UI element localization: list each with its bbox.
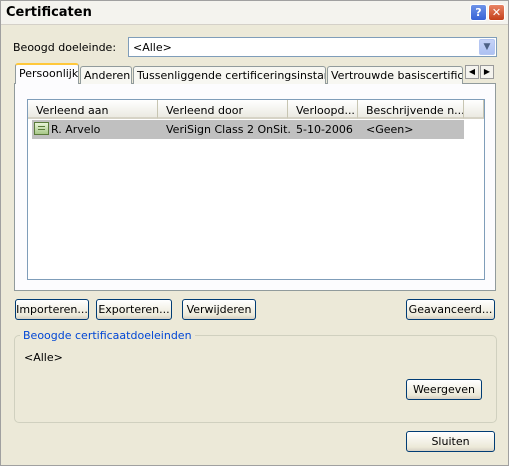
purposes-group-title: Beoogde certificaatdoeleinden — [20, 329, 195, 342]
advanced-button[interactable]: Geavanceerd... — [406, 299, 495, 320]
title-bar[interactable]: Certificaten ? ✕ — [1, 1, 508, 25]
window-title: Certificaten — [6, 5, 92, 20]
purposes-value: <Alle> — [24, 351, 63, 364]
certificates-dialog: Certificaten ? ✕ Beoogd doeleinde: <Alle… — [0, 0, 509, 466]
import-button[interactable]: Importeren... — [15, 299, 89, 320]
column-filler — [464, 100, 484, 119]
tab-label: Persoonlijk — [19, 67, 79, 80]
certificate-list[interactable]: Verleend aan Verleend door Verloopd... B… — [27, 99, 485, 280]
cell-expiration: 5-10-2006 — [296, 123, 353, 136]
table-row[interactable]: R. Arvelo VeriSign Class 2 OnSit... 5-10… — [32, 120, 464, 139]
tab-label: Anderen — [84, 69, 131, 82]
cell-issued-to: R. Arvelo — [51, 123, 101, 136]
help-button[interactable]: ? — [470, 4, 487, 21]
purpose-label: Beoogd doeleinde: — [13, 41, 117, 54]
cell-friendly-name: <Geen> — [366, 123, 414, 136]
column-issued-to[interactable]: Verleend aan — [28, 100, 158, 119]
tab-trusted-root-cas[interactable]: Vertrouwde basiscertificeri — [327, 66, 463, 84]
view-button[interactable]: Weergeven — [406, 379, 482, 400]
purpose-value: <Alle> — [133, 41, 172, 54]
tab-personal[interactable]: Persoonlijk — [15, 63, 79, 84]
tab-others[interactable]: Anderen — [80, 66, 132, 84]
arrow-right-icon: ▶ — [483, 67, 491, 76]
export-button[interactable]: Exporteren... — [96, 299, 172, 320]
remove-button[interactable]: Verwijderen — [182, 299, 256, 320]
tab-intermediate-cas[interactable]: Tussenliggende certificeringsinstanties — [133, 66, 326, 84]
arrow-left-icon: ◀ — [468, 67, 476, 76]
chevron-down-icon[interactable]: ▼ — [479, 39, 495, 55]
column-expiration[interactable]: Verloopd... — [288, 100, 358, 119]
certificate-icon — [34, 122, 49, 135]
close-window-button[interactable]: ✕ — [488, 4, 505, 21]
close-icon: ✕ — [491, 6, 502, 19]
tab-label: Tussenliggende certificeringsinstanties — [137, 69, 325, 82]
column-issued-by[interactable]: Verleend door — [158, 100, 288, 119]
tab-scroll-left-button[interactable]: ◀ — [465, 65, 479, 79]
cell-issued-by: VeriSign Class 2 OnSit... — [166, 123, 290, 136]
purpose-dropdown[interactable]: <Alle> ▼ — [128, 37, 497, 57]
tab-label: Vertrouwde basiscertificeri — [331, 69, 463, 82]
close-button[interactable]: Sluiten — [406, 431, 495, 452]
help-icon: ? — [475, 6, 482, 19]
column-friendly-name[interactable]: Beschrijvende n... — [358, 100, 464, 119]
tab-scroll-right-button[interactable]: ▶ — [480, 65, 494, 79]
